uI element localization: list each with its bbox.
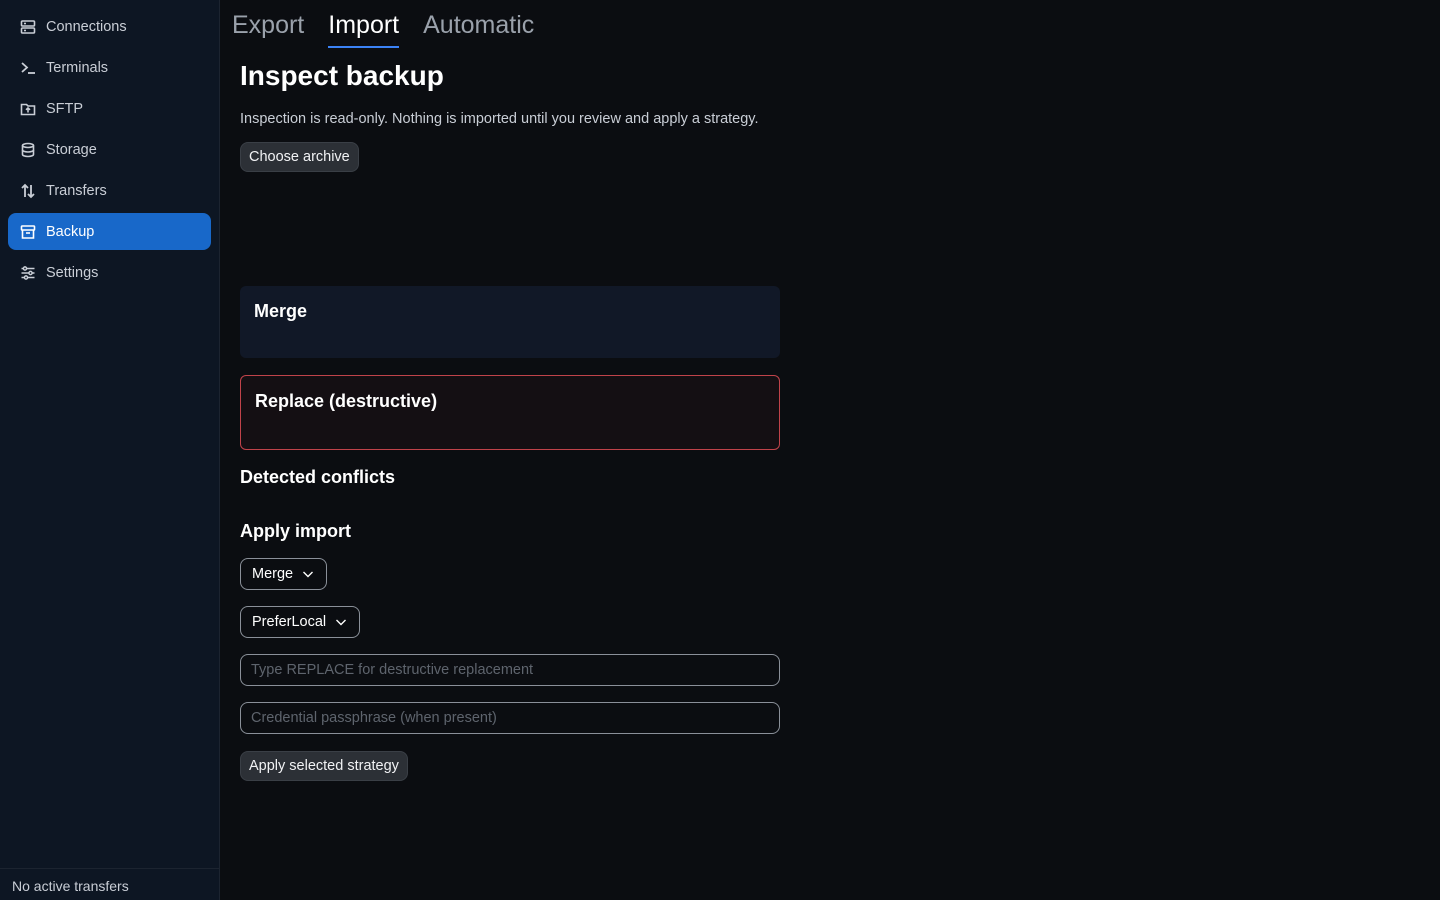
sidebar-item-label: Terminals	[46, 59, 109, 76]
apply-import-heading: Apply import	[240, 521, 351, 541]
tab-automatic[interactable]: Automatic	[423, 6, 534, 46]
chevron-down-icon	[301, 567, 315, 581]
strategy-select[interactable]: Merge	[240, 558, 327, 590]
sidebar-item-sftp[interactable]: SFTP	[8, 90, 211, 127]
database-icon	[20, 142, 36, 158]
sidebar-item-backup[interactable]: Backup	[8, 213, 211, 250]
sliders-icon	[20, 265, 36, 281]
merge-card: Merge	[240, 286, 780, 358]
replace-confirmation-input[interactable]	[240, 654, 780, 686]
chevron-down-icon	[334, 615, 348, 629]
sidebar: Connections Terminals SFTP Storage Trans…	[0, 0, 220, 900]
conflicts-heading: Detected conflicts	[240, 467, 396, 487]
main-panel: Export Import Automatic Inspect backup I…	[220, 0, 1440, 900]
folder-upload-icon	[20, 101, 36, 117]
conflict-policy-select[interactable]: PreferLocal	[240, 606, 360, 638]
sidebar-item-label: SFTP	[46, 100, 84, 117]
server-icon	[20, 19, 36, 35]
sidebar-nav: Connections Terminals SFTP Storage Trans…	[0, 0, 219, 291]
import-content: Inspect backup Inspection is read-only. …	[240, 58, 780, 781]
passphrase-input[interactable]	[240, 702, 780, 734]
choose-archive-button[interactable]: Choose archive	[240, 142, 359, 172]
sidebar-item-settings[interactable]: Settings	[8, 254, 211, 291]
tab-export[interactable]: Export	[232, 6, 304, 46]
conflict-policy-value: PreferLocal	[252, 614, 327, 630]
sidebar-item-transfers[interactable]: Transfers	[8, 172, 211, 209]
merge-card-title: Merge	[254, 301, 308, 321]
terminal-icon	[20, 60, 36, 76]
archive-icon	[20, 224, 36, 240]
sidebar-item-connections[interactable]: Connections	[8, 8, 211, 45]
tab-import[interactable]: Import	[328, 6, 399, 48]
apply-strategy-button[interactable]: Apply selected strategy	[240, 751, 408, 781]
sidebar-item-terminals[interactable]: Terminals	[8, 49, 211, 86]
page-subtitle: Inspection is read-only. Nothing is impo…	[240, 111, 759, 127]
replace-card-title: Replace (destructive)	[255, 391, 438, 411]
sidebar-item-storage[interactable]: Storage	[8, 131, 211, 168]
sidebar-item-label: Backup	[46, 223, 95, 240]
sidebar-item-label: Connections	[46, 18, 127, 35]
sidebar-item-label: Storage	[46, 141, 97, 158]
sidebar-item-label: Transfers	[46, 182, 107, 199]
replace-card: Replace (destructive)	[240, 375, 780, 450]
page-title: Inspect backup	[240, 60, 444, 91]
sidebar-item-label: Settings	[46, 264, 99, 281]
strategy-select-value: Merge	[252, 566, 294, 582]
tab-bar: Export Import Automatic	[232, 6, 558, 48]
transfer-status: No active transfers	[0, 868, 219, 900]
arrows-up-down-icon	[20, 183, 36, 199]
